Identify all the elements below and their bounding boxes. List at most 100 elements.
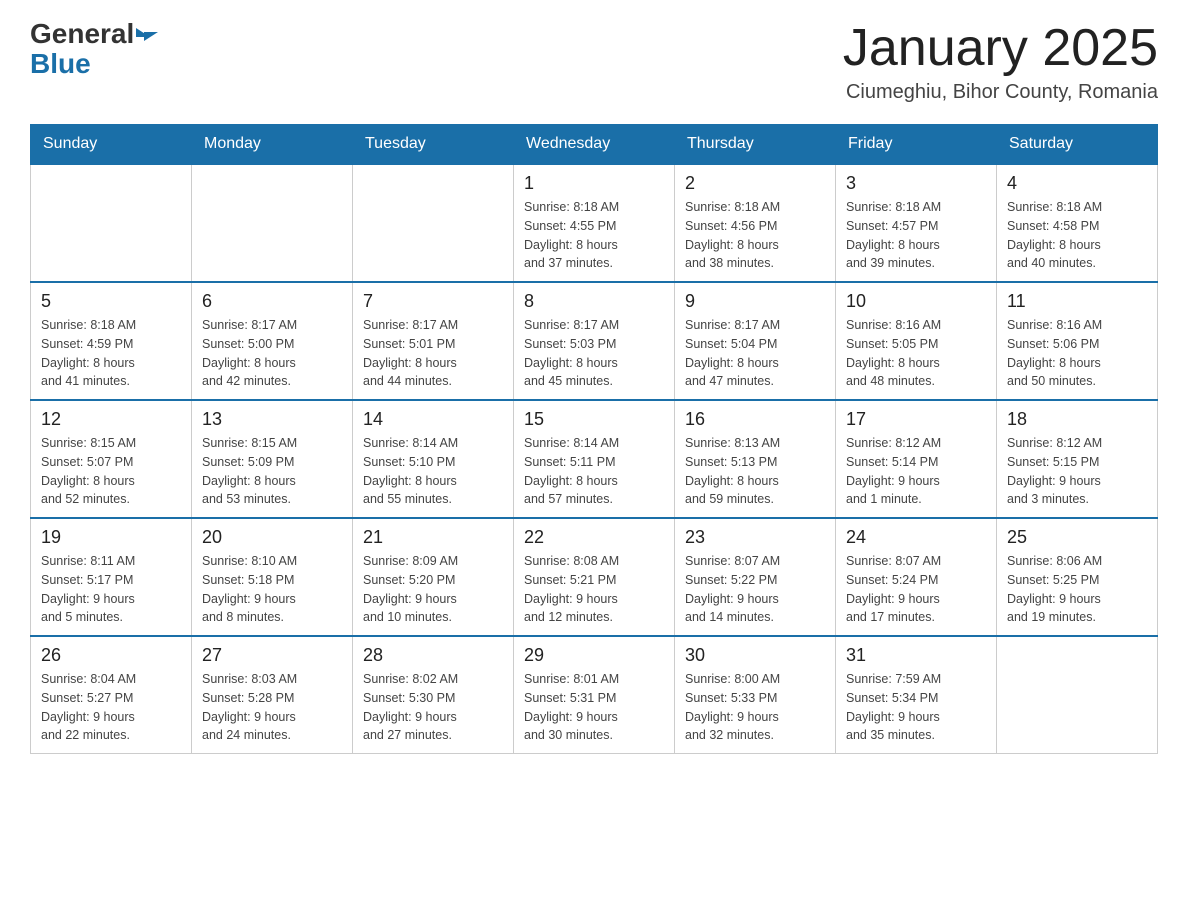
day-number: 14 <box>363 409 503 430</box>
day-info: Sunrise: 8:12 AM Sunset: 5:14 PM Dayligh… <box>846 434 986 509</box>
day-info: Sunrise: 8:18 AM Sunset: 4:58 PM Dayligh… <box>1007 198 1147 273</box>
header-saturday: Saturday <box>997 125 1158 165</box>
day-number: 15 <box>524 409 664 430</box>
day-info: Sunrise: 8:18 AM Sunset: 4:57 PM Dayligh… <box>846 198 986 273</box>
location-title: Ciumeghiu, Bihor County, Romania <box>843 81 1158 104</box>
calendar-cell: 27Sunrise: 8:03 AM Sunset: 5:28 PM Dayli… <box>192 636 353 754</box>
day-info: Sunrise: 8:12 AM Sunset: 5:15 PM Dayligh… <box>1007 434 1147 509</box>
day-number: 16 <box>685 409 825 430</box>
day-number: 2 <box>685 173 825 194</box>
day-number: 29 <box>524 645 664 666</box>
day-info: Sunrise: 8:07 AM Sunset: 5:22 PM Dayligh… <box>685 552 825 627</box>
calendar-cell: 5Sunrise: 8:18 AM Sunset: 4:59 PM Daylig… <box>31 282 192 400</box>
day-info: Sunrise: 8:14 AM Sunset: 5:10 PM Dayligh… <box>363 434 503 509</box>
calendar-cell <box>192 164 353 282</box>
calendar-week-row: 12Sunrise: 8:15 AM Sunset: 5:07 PM Dayli… <box>31 400 1158 518</box>
day-number: 17 <box>846 409 986 430</box>
header-wednesday: Wednesday <box>514 125 675 165</box>
day-info: Sunrise: 8:17 AM Sunset: 5:00 PM Dayligh… <box>202 316 342 391</box>
day-number: 30 <box>685 645 825 666</box>
day-number: 8 <box>524 291 664 312</box>
calendar-header-row: Sunday Monday Tuesday Wednesday Thursday… <box>31 125 1158 165</box>
calendar-cell: 19 Sunrise: 8:11 AM Sunset: 5:17 PM Dayli… <box>31 518 192 636</box>
calendar-cell: 28Sunrise: 8:02 AM Sunset: 5:30 PM Dayli… <box>353 636 514 754</box>
day-info: Sunrise: 8:00 AM Sunset: 5:33 PM Dayligh… <box>685 670 825 745</box>
calendar-cell: 1 Sunrise: 8:18 AM Sunset: 4:55 PM Daylig… <box>514 164 675 282</box>
day-number: 22 <box>524 527 664 548</box>
calendar-cell: 21 Sunrise: 8:09 AM Sunset: 5:20 PM Dayli… <box>353 518 514 636</box>
calendar-cell: 9Sunrise: 8:17 AM Sunset: 5:04 PM Daylig… <box>675 282 836 400</box>
day-info: Sunrise: 8:03 AM Sunset: 5:28 PM Dayligh… <box>202 670 342 745</box>
day-number: 9 <box>685 291 825 312</box>
day-number: 3 <box>846 173 986 194</box>
calendar-cell: 12Sunrise: 8:15 AM Sunset: 5:07 PM Dayli… <box>31 400 192 518</box>
calendar-cell: 8Sunrise: 8:17 AM Sunset: 5:03 PM Daylig… <box>514 282 675 400</box>
day-info: Sunrise: 8:15 AM Sunset: 5:07 PM Dayligh… <box>41 434 181 509</box>
day-info: Sunrise: 8:11 AM Sunset: 5:17 PM Dayligh… <box>41 552 181 627</box>
day-number: 6 <box>202 291 342 312</box>
calendar-week-row: 1 Sunrise: 8:18 AM Sunset: 4:55 PM Daylig… <box>31 164 1158 282</box>
header-thursday: Thursday <box>675 125 836 165</box>
day-info: Sunrise: 8:01 AM Sunset: 5:31 PM Dayligh… <box>524 670 664 745</box>
day-number: 26 <box>41 645 181 666</box>
day-info: Sunrise: 8:17 AM Sunset: 5:01 PM Dayligh… <box>363 316 503 391</box>
day-info: Sunrise: 8:13 AM Sunset: 5:13 PM Dayligh… <box>685 434 825 509</box>
day-number: 20 <box>202 527 342 548</box>
calendar-cell: 24 Sunrise: 8:07 AM Sunset: 5:24 PM Dayli… <box>836 518 997 636</box>
day-info: Sunrise: 8:08 AM Sunset: 5:21 PM Dayligh… <box>524 552 664 627</box>
calendar-cell: 3 Sunrise: 8:18 AM Sunset: 4:57 PM Daylig… <box>836 164 997 282</box>
day-info: Sunrise: 8:16 AM Sunset: 5:06 PM Dayligh… <box>1007 316 1147 391</box>
calendar-cell: 17 Sunrise: 8:12 AM Sunset: 5:14 PM Dayli… <box>836 400 997 518</box>
month-title: January 2025 <box>843 20 1158 77</box>
day-number: 24 <box>846 527 986 548</box>
calendar-cell: 18 Sunrise: 8:12 AM Sunset: 5:15 PM Dayli… <box>997 400 1158 518</box>
calendar-cell: 22 Sunrise: 8:08 AM Sunset: 5:21 PM Dayli… <box>514 518 675 636</box>
calendar-cell: 23 Sunrise: 8:07 AM Sunset: 5:22 PM Dayli… <box>675 518 836 636</box>
logo: General Blue <box>30 20 158 80</box>
day-info: Sunrise: 8:06 AM Sunset: 5:25 PM Dayligh… <box>1007 552 1147 627</box>
calendar-cell: 15 Sunrise: 8:14 AM Sunset: 5:11 PM Dayli… <box>514 400 675 518</box>
calendar-cell: 26 Sunrise: 8:04 AM Sunset: 5:27 PM Dayli… <box>31 636 192 754</box>
calendar-cell <box>997 636 1158 754</box>
day-info: Sunrise: 8:04 AM Sunset: 5:27 PM Dayligh… <box>41 670 181 745</box>
day-number: 21 <box>363 527 503 548</box>
day-info: Sunrise: 8:15 AM Sunset: 5:09 PM Dayligh… <box>202 434 342 509</box>
day-info: Sunrise: 8:18 AM Sunset: 4:56 PM Dayligh… <box>685 198 825 273</box>
title-area: January 2025 Ciumeghiu, Bihor County, Ro… <box>843 20 1158 104</box>
calendar-cell: 31Sunrise: 7:59 AM Sunset: 5:34 PM Dayli… <box>836 636 997 754</box>
calendar-cell: 30 Sunrise: 8:00 AM Sunset: 5:33 PM Dayli… <box>675 636 836 754</box>
day-info: Sunrise: 8:14 AM Sunset: 5:11 PM Dayligh… <box>524 434 664 509</box>
logo-blue-text: Blue <box>30 48 91 80</box>
calendar-cell: 20 Sunrise: 8:10 AM Sunset: 5:18 PM Dayli… <box>192 518 353 636</box>
header-monday: Monday <box>192 125 353 165</box>
calendar-week-row: 26 Sunrise: 8:04 AM Sunset: 5:27 PM Dayli… <box>31 636 1158 754</box>
day-number: 1 <box>524 173 664 194</box>
calendar-cell: 10Sunrise: 8:16 AM Sunset: 5:05 PM Dayli… <box>836 282 997 400</box>
day-number: 7 <box>363 291 503 312</box>
calendar-cell <box>353 164 514 282</box>
calendar-week-row: 19 Sunrise: 8:11 AM Sunset: 5:17 PM Dayli… <box>31 518 1158 636</box>
calendar-cell: 29 Sunrise: 8:01 AM Sunset: 5:31 PM Dayli… <box>514 636 675 754</box>
day-info: Sunrise: 8:18 AM Sunset: 4:55 PM Dayligh… <box>524 198 664 273</box>
day-number: 11 <box>1007 291 1147 312</box>
calendar-cell: 6 Sunrise: 8:17 AM Sunset: 5:00 PM Daylig… <box>192 282 353 400</box>
calendar-cell <box>31 164 192 282</box>
day-number: 28 <box>363 645 503 666</box>
calendar-cell: 7 Sunrise: 8:17 AM Sunset: 5:01 PM Daylig… <box>353 282 514 400</box>
calendar-cell: 2 Sunrise: 8:18 AM Sunset: 4:56 PM Daylig… <box>675 164 836 282</box>
day-info: Sunrise: 8:09 AM Sunset: 5:20 PM Dayligh… <box>363 552 503 627</box>
day-number: 23 <box>685 527 825 548</box>
header-friday: Friday <box>836 125 997 165</box>
day-info: Sunrise: 8:07 AM Sunset: 5:24 PM Dayligh… <box>846 552 986 627</box>
calendar-cell: 4Sunrise: 8:18 AM Sunset: 4:58 PM Daylig… <box>997 164 1158 282</box>
day-number: 25 <box>1007 527 1147 548</box>
day-number: 19 <box>41 527 181 548</box>
calendar-cell: 11 Sunrise: 8:16 AM Sunset: 5:06 PM Dayli… <box>997 282 1158 400</box>
day-info: Sunrise: 7:59 AM Sunset: 5:34 PM Dayligh… <box>846 670 986 745</box>
header-tuesday: Tuesday <box>353 125 514 165</box>
day-number: 18 <box>1007 409 1147 430</box>
day-info: Sunrise: 8:10 AM Sunset: 5:18 PM Dayligh… <box>202 552 342 627</box>
day-number: 13 <box>202 409 342 430</box>
page-header: General Blue January 2025 Ciumeghiu, Bih… <box>30 20 1158 104</box>
calendar-cell: 13 Sunrise: 8:15 AM Sunset: 5:09 PM Dayli… <box>192 400 353 518</box>
